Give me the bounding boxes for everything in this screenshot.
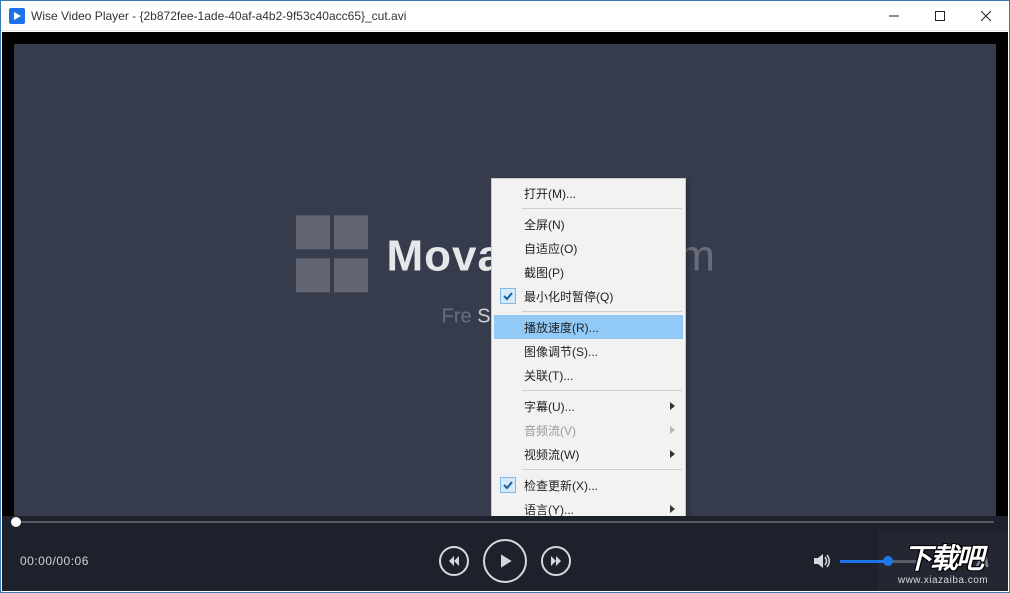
context-menu-item-assoc[interactable]: 关联(T)... [494,363,683,387]
app-icon [9,8,25,24]
context-menu-item-label: 检查更新(X)... [524,477,598,494]
context-menu-item-speed[interactable]: 播放速度(R)... [494,315,683,339]
video-stage[interactable]: Movavi A c.com Fre Share you 打开(M)...全屏(… [2,32,1008,516]
context-menu-item-screenshot[interactable]: 截图(P) [494,260,683,284]
context-menu-item-label: 关联(T)... [524,367,573,384]
context-menu-item-fullscreen[interactable]: 全屏(N) [494,212,683,236]
chevron-right-icon [670,402,675,410]
chevron-right-icon [670,426,675,434]
window-title: Wise Video Player - {2b872fee-1ade-40af-… [31,9,406,23]
context-menu-separator [522,469,682,470]
rewind-button[interactable] [439,546,469,576]
seek-knob[interactable] [11,517,21,527]
context-menu-item-updates[interactable]: 检查更新(X)... [494,473,683,497]
context-menu-item-label: 截图(P) [524,264,564,281]
context-menu-separator [522,208,682,209]
watermark-line2-prefix: Fre [442,305,472,327]
context-menu-item-label: 播放速度(R)... [524,319,599,336]
check-icon [500,477,516,493]
minimize-button[interactable] [871,1,917,31]
context-menu-item-video[interactable]: 视频流(W) [494,442,683,466]
forward-button[interactable] [541,546,571,576]
context-menu-item-pause-min[interactable]: 最小化时暂停(Q) [494,284,683,308]
titlebar[interactable]: Wise Video Player - {2b872fee-1ade-40af-… [1,1,1009,31]
context-menu-item-adaptive[interactable]: 自适应(O) [494,236,683,260]
context-menu-item-label: 音频流(V) [524,422,576,439]
controls-bar: 00:00/00:06 [2,516,1008,591]
context-menu-item-image-adj[interactable]: 图像调节(S)... [494,339,683,363]
app-window: Wise Video Player - {2b872fee-1ade-40af-… [0,0,1010,593]
close-button[interactable] [963,1,1009,31]
context-menu-separator [522,311,682,312]
chevron-right-icon [670,450,675,458]
context-menu-separator [522,390,682,391]
context-menu-item-label: 自适应(O) [524,240,577,257]
context-menu-item-label: 图像调节(S)... [524,343,598,360]
volume-knob[interactable] [883,556,893,566]
eject-button[interactable] [940,554,956,568]
context-menu-item-label: 最小化时暂停(Q) [524,288,613,305]
context-menu-item-label: 全屏(N) [524,216,565,233]
context-menu-item-label: 打开(M)... [524,185,576,202]
play-button[interactable] [483,539,527,583]
context-menu[interactable]: 打开(M)... 全屏(N) 自适应(O) 截图(P) 最小化时暂停(Q) 播放速度(R)… [491,178,686,548]
time-display: 00:00/00:06 [20,554,89,568]
context-menu-item-label: 视频流(W) [524,446,579,463]
volume-slider[interactable] [840,560,920,563]
context-menu-item-open[interactable]: 打开(M)... [494,181,683,205]
context-menu-item-label: 语言(Y)... [524,501,574,518]
context-menu-item-subtitle[interactable]: 字幕(U)... [494,394,683,418]
volume-icon[interactable] [814,553,832,569]
context-menu-item-label: 字幕(U)... [524,398,575,415]
maximize-button[interactable] [917,1,963,31]
context-menu-item-audio: 音频流(V) [494,418,683,442]
check-icon [500,288,516,304]
subtitle-toggle-icon[interactable]: A [976,550,990,573]
chevron-right-icon [670,505,675,513]
seek-bar[interactable] [16,516,994,528]
